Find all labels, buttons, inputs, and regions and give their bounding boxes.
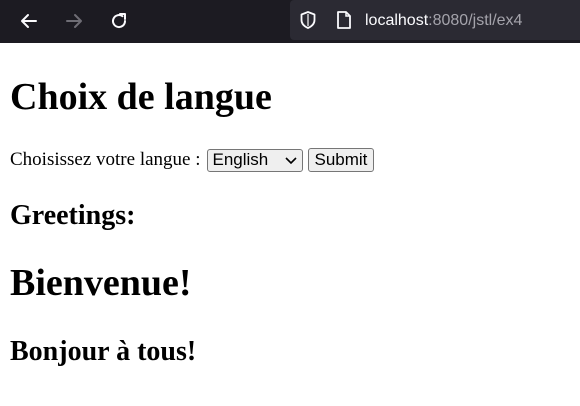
page-icon[interactable] [335,10,353,30]
back-button[interactable] [14,6,44,36]
page-title: Choix de langue [10,76,272,118]
url-host: localhost [365,12,429,29]
welcome-message: Bienvenue! [10,262,192,304]
url-bar[interactable]: localhost:8080/jstl/ex4 [290,0,580,40]
language-form: Choisissez votre langue : English Submit [10,147,375,173]
language-select-value: English [212,150,269,169]
language-select[interactable]: English [206,148,303,172]
greetings-heading: Greetings: [10,200,136,231]
shield-icon[interactable] [298,10,318,30]
chevron-down-icon [284,156,297,164]
url-path: :8080/jstl/ex4 [428,12,523,29]
url-text[interactable]: localhost:8080/jstl/ex4 [365,11,522,31]
forward-icon [66,14,82,28]
reload-icon [112,13,127,29]
forward-button[interactable] [59,6,89,36]
hello-message: Bonjour à tous! [10,336,197,367]
back-icon [21,14,37,28]
submit-button[interactable]: Submit [307,148,375,172]
language-label: Choisissez votre langue : [10,149,201,170]
reload-button[interactable] [104,6,134,36]
browser-toolbar: localhost:8080/jstl/ex4 [0,0,580,43]
